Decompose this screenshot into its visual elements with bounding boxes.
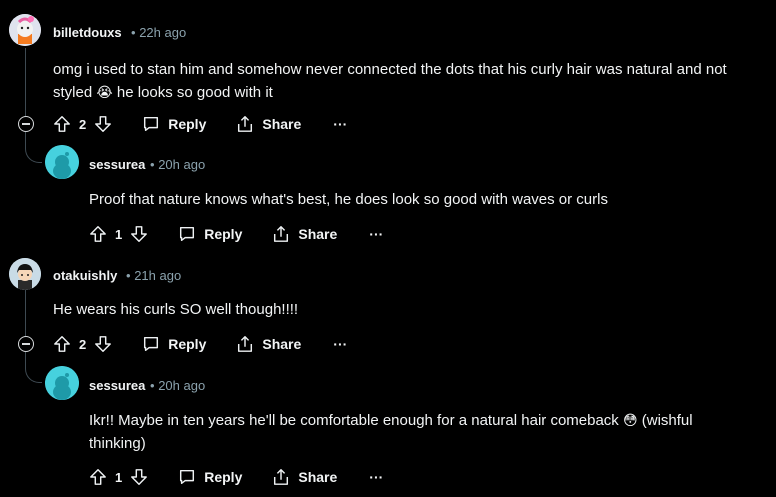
downvote-icon[interactable] <box>130 225 148 243</box>
comment-text: omg i used to stan him and somehow never… <box>53 61 727 78</box>
more-options-button[interactable]: ··· <box>333 116 347 132</box>
vote-group: 1 <box>89 468 148 486</box>
comment-icon <box>178 468 196 486</box>
comment-author[interactable]: sessurea <box>89 378 145 393</box>
comment-icon <box>142 335 160 353</box>
reply-button[interactable]: Reply <box>142 115 206 133</box>
comment-actions: 2 Reply Share ··· <box>53 108 347 140</box>
comment-text: Proof that nature knows what's best, he … <box>89 191 608 208</box>
avatar[interactable] <box>9 14 41 46</box>
comment-timestamp: • 20h ago <box>150 378 205 393</box>
share-button[interactable]: Share <box>272 225 337 243</box>
emoji: 😳 <box>622 412 638 428</box>
more-options-button[interactable]: ··· <box>369 226 383 242</box>
share-icon <box>272 468 290 486</box>
comment-timestamp: • 20h ago <box>150 157 205 172</box>
comment-actions: 1 Reply Share ··· <box>89 218 383 250</box>
reply-label: Reply <box>204 226 243 242</box>
comment-author[interactable]: billetdouxs <box>53 25 122 40</box>
comment-text: thinking) <box>89 435 146 452</box>
comment-timestamp: • 21h ago <box>126 268 181 283</box>
share-button[interactable]: Share <box>236 335 301 353</box>
reply-label: Reply <box>204 469 243 485</box>
thread-branch <box>25 146 42 163</box>
more-options-button[interactable]: ··· <box>369 469 383 485</box>
reply-button[interactable]: Reply <box>178 225 242 243</box>
separator: • <box>150 378 155 393</box>
share-button[interactable]: Share <box>236 115 301 133</box>
timestamp: 21h ago <box>134 268 182 283</box>
upvote-icon[interactable] <box>53 335 71 353</box>
vote-group: 1 <box>89 225 148 243</box>
comment-text: He wears his curls SO well though!!!! <box>53 301 299 318</box>
comment-author[interactable]: sessurea <box>89 157 145 172</box>
comment-body: Ikr!! Maybe in ten years he'll be comfor… <box>89 409 769 455</box>
share-icon <box>236 115 254 133</box>
share-label: Share <box>262 116 302 132</box>
thread-line <box>25 132 26 148</box>
comment-text: styled <box>53 84 93 101</box>
vote-count: 2 <box>79 116 87 132</box>
comment-timestamp: • 22h ago <box>131 25 186 40</box>
avatar[interactable] <box>9 258 41 290</box>
timestamp: 22h ago <box>139 25 187 40</box>
timestamp: 20h ago <box>158 157 206 172</box>
share-label: Share <box>298 226 338 242</box>
timestamp: 20h ago <box>158 378 206 393</box>
comment-text: (wishful <box>641 412 693 429</box>
comment-text: Ikr!! Maybe in ten years he'll be comfor… <box>89 412 619 429</box>
share-button[interactable]: Share <box>272 468 337 486</box>
share-icon <box>236 335 254 353</box>
comment-actions: 1 Reply Share ··· <box>89 461 383 493</box>
reply-button[interactable]: Reply <box>178 468 242 486</box>
downvote-icon[interactable] <box>130 468 148 486</box>
separator: • <box>131 25 136 40</box>
comment-body: Proof that nature knows what's best, he … <box>89 188 769 211</box>
share-icon <box>272 225 290 243</box>
thread-line <box>25 290 26 336</box>
comment-author[interactable]: otakuishly <box>53 268 117 283</box>
reply-label: Reply <box>168 116 207 132</box>
share-label: Share <box>298 469 338 485</box>
upvote-icon[interactable] <box>89 468 107 486</box>
vote-group: 2 <box>53 115 112 133</box>
thread-branch <box>25 366 42 383</box>
comment-body: omg i used to stan him and somehow never… <box>53 58 768 104</box>
share-label: Share <box>262 336 302 352</box>
reply-label: Reply <box>168 336 207 352</box>
more-options-button[interactable]: ··· <box>333 336 347 352</box>
upvote-icon[interactable] <box>89 225 107 243</box>
vote-group: 2 <box>53 335 112 353</box>
vote-count: 1 <box>115 469 123 485</box>
vote-count: 1 <box>115 226 123 242</box>
collapse-thread-button[interactable] <box>18 116 34 132</box>
comment-icon <box>178 225 196 243</box>
vote-count: 2 <box>79 336 87 352</box>
comment-body: He wears his curls SO well though!!!! <box>53 298 768 321</box>
comment-icon <box>142 115 160 133</box>
downvote-icon[interactable] <box>94 115 112 133</box>
comment-actions: 2 Reply Share ··· <box>53 328 347 360</box>
downvote-icon[interactable] <box>94 335 112 353</box>
separator: • <box>150 157 155 172</box>
reply-button[interactable]: Reply <box>142 335 206 353</box>
comment-text: he looks so good with it <box>116 84 273 101</box>
avatar[interactable] <box>45 145 79 179</box>
emoji: 😭 <box>96 84 113 100</box>
avatar[interactable] <box>45 366 79 400</box>
thread-line <box>25 48 26 116</box>
separator: • <box>126 268 131 283</box>
collapse-thread-button[interactable] <box>18 336 34 352</box>
upvote-icon[interactable] <box>53 115 71 133</box>
